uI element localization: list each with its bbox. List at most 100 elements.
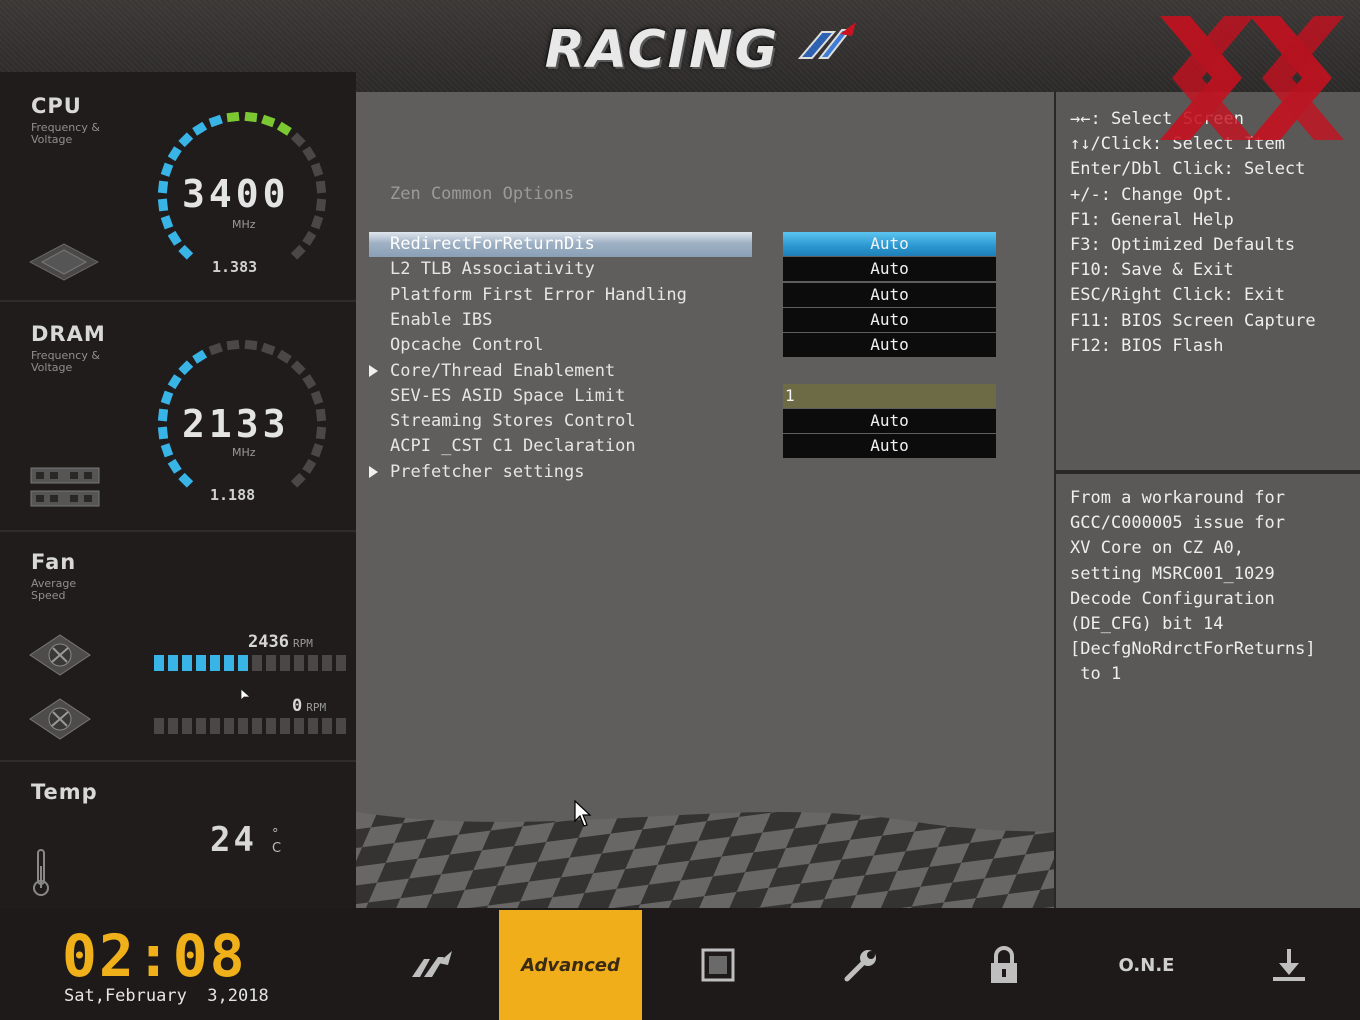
fan-bar-segment xyxy=(336,718,346,734)
fan2-rpm-unit: RPM xyxy=(306,701,327,714)
tab-advanced[interactable]: Advanced xyxy=(499,910,642,1020)
fan-bar-segment xyxy=(154,718,164,734)
fan-bar-segment xyxy=(252,718,262,734)
gauge-segment xyxy=(157,426,169,440)
setting-row[interactable]: SEV-ES ASID Space Limit xyxy=(369,384,752,409)
help-line: Enter/Dbl Click: Select xyxy=(1070,159,1306,180)
fan-bar-segment xyxy=(322,718,332,734)
main-settings-panel: Zen Common Options RedirectForReturnDis A… xyxy=(356,92,1054,908)
help-line: F1: General Help xyxy=(1070,209,1234,230)
setting-row[interactable]: ACPI _CST C1 Declaration xyxy=(369,434,752,459)
fan-bar-segment xyxy=(168,655,178,671)
gauge-segment xyxy=(261,114,276,128)
gauge-segment xyxy=(276,349,292,364)
fan2-rpm: 0 RPM xyxy=(292,696,326,716)
setting-row[interactable]: Enable IBS xyxy=(369,308,752,333)
fan-bar-segment xyxy=(322,655,332,671)
fan-bar-segment xyxy=(210,718,220,734)
fan-bar-segment xyxy=(182,655,192,671)
tab-exit[interactable] xyxy=(1217,910,1360,1020)
fan-bar-segment xyxy=(154,655,164,671)
fan-bar-segment xyxy=(252,655,262,671)
section-title: Zen Common Options xyxy=(390,184,575,204)
temp-title: Temp xyxy=(31,780,98,804)
setting-value-dropdown[interactable]: Auto xyxy=(783,434,996,458)
setting-value-dropdown[interactable]: Auto xyxy=(783,283,996,307)
submenu-arrow-icon xyxy=(369,365,378,377)
temp-value: 24 xyxy=(210,820,257,860)
temp-panel: Temp 24 °C xyxy=(0,762,356,908)
gauge-segment xyxy=(310,162,324,177)
tab-one[interactable]: O.N.E xyxy=(1075,910,1218,1020)
setting-value-dropdown[interactable]: Auto xyxy=(783,232,996,256)
temp-unit: °C xyxy=(272,827,282,856)
setting-value-input[interactable]: 1 xyxy=(783,384,996,408)
submenu-item[interactable]: Prefetcher settings xyxy=(369,460,752,485)
help-line: ESC/Right Click: Exit xyxy=(1070,285,1285,306)
dram-module-icon xyxy=(30,467,100,507)
description-line: Decode Configuration xyxy=(1070,588,1275,609)
fan-subtitle: Average Speed xyxy=(31,577,77,602)
gauge-segment xyxy=(310,215,324,230)
gauge-segment xyxy=(192,349,208,364)
mouse-cursor-icon xyxy=(240,688,252,701)
setting-row[interactable]: Opcache Control xyxy=(369,333,752,358)
fan1-rpm-value: 2436 xyxy=(248,632,289,652)
setting-value-dropdown[interactable]: Auto xyxy=(783,308,996,332)
gauge-segment xyxy=(290,132,306,148)
gauge-segment xyxy=(302,230,317,246)
setting-label: L2 TLB Associativity xyxy=(390,259,595,279)
clock-date: Sat,February 3,2018 xyxy=(64,986,269,1006)
fan-bar-segment xyxy=(168,718,178,734)
fan-bar-segment xyxy=(182,718,192,734)
gauge-segment xyxy=(226,111,240,123)
setting-value-dropdown[interactable]: Auto xyxy=(783,333,996,357)
download-icon xyxy=(1272,949,1305,981)
setting-row[interactable]: Platform First Error Handling xyxy=(369,283,752,308)
gauge-segment xyxy=(310,443,324,458)
setting-row[interactable]: L2 TLB Associativity xyxy=(369,257,752,282)
gauge-segment xyxy=(261,342,276,356)
gauge-segment xyxy=(160,215,174,230)
setting-row[interactable]: Streaming Stores Control xyxy=(369,409,752,434)
tab-status[interactable] xyxy=(646,910,789,1020)
cpu-frequency-value: 3400 xyxy=(182,172,290,216)
gauge-segment xyxy=(167,374,182,390)
fan-bar-segment xyxy=(196,655,206,671)
setting-value-dropdown[interactable]: Auto xyxy=(783,257,996,281)
setting-label: Streaming Stores Control xyxy=(390,411,636,431)
fan-bar-segment xyxy=(224,718,234,734)
gauge-segment xyxy=(315,198,327,212)
fan1-rpm-unit: RPM xyxy=(292,637,313,650)
description-line: (DE_CFG) bit 14 xyxy=(1070,614,1224,634)
tab-security[interactable] xyxy=(932,910,1075,1020)
setting-label: SEV-ES ASID Space Limit xyxy=(390,386,626,406)
gauge-segment xyxy=(178,244,194,260)
chip-icon xyxy=(701,948,734,982)
gauge-segment xyxy=(315,426,327,440)
gauge-segment xyxy=(315,408,327,422)
fan-panel: Fan Average Speed 2436 RPM 0 RPM xyxy=(0,532,356,762)
setting-label: Platform First Error Handling xyxy=(390,285,687,305)
gauge-segment xyxy=(160,390,174,405)
gauge-segment xyxy=(178,132,194,148)
gauge-segment xyxy=(160,443,174,458)
dram-frequency-value: 2133 xyxy=(182,402,290,446)
logo-mark-icon xyxy=(797,22,856,59)
fan-icon xyxy=(29,634,91,676)
racing-logo-icon xyxy=(411,951,452,977)
fan-bar-segment xyxy=(308,718,318,734)
fan-bar-segment xyxy=(210,655,220,671)
tab-advanced-label: Advanced xyxy=(521,954,620,976)
fan-icon xyxy=(29,698,91,740)
setting-value-dropdown[interactable]: Auto xyxy=(783,409,996,433)
tab-tools[interactable] xyxy=(789,910,932,1020)
tab-main[interactable] xyxy=(360,910,503,1020)
help-line: F12: BIOS Flash xyxy=(1070,335,1224,356)
help-line: F11: BIOS Screen Capture xyxy=(1070,310,1316,331)
setting-row[interactable]: RedirectForReturnDis xyxy=(369,232,752,257)
submenu-item[interactable]: Core/Thread Enablement xyxy=(369,359,752,384)
description-line: From a workaround for xyxy=(1070,488,1285,508)
description-line: to 1 xyxy=(1070,664,1122,685)
setting-label: Opcache Control xyxy=(390,335,544,355)
